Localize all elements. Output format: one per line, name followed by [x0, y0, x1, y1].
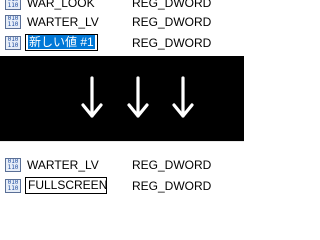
list-item[interactable]: 010 110 WARTER_LV REG_DWORD [0, 13, 244, 31]
rename-input[interactable]: FULLSCREEN [25, 177, 107, 194]
value-name: WARTER_LV [27, 158, 99, 172]
down-arrow-icon [127, 76, 149, 118]
registry-dword-icon: 010110 [5, 15, 21, 29]
value-type: REG_DWORD [132, 15, 212, 29]
value-name: WARTER_LV [27, 15, 99, 29]
transition-band [0, 56, 244, 141]
value-type: REG_DWORD [132, 179, 212, 193]
selected-text: 新しい値 #1 [28, 35, 95, 49]
registry-dword-icon: 010110 [5, 158, 21, 172]
down-arrow-icon [81, 76, 103, 118]
registry-dword-icon: 010110 [5, 0, 21, 10]
rename-input[interactable]: 新しい値 #1 [25, 34, 98, 51]
value-type: REG_DWORD [132, 0, 212, 10]
registry-dword-icon: 010110 [5, 179, 21, 193]
value-type: REG_DWORD [132, 158, 212, 172]
value-type: REG_DWORD [132, 36, 212, 50]
list-item[interactable]: 010 110 WARTER_LV REG_DWORD [0, 156, 244, 174]
divider [0, 141, 244, 142]
registry-values-list-after: 010 110 WARTER_LV REG_DWORD 010 110 FULLSC… [0, 141, 244, 200]
down-arrow-icon [172, 76, 194, 118]
list-item[interactable]: 010110 WAR_LOOK REG_DWORD [0, 0, 244, 12]
value-name: WAR_LOOK [27, 0, 95, 10]
list-item-editing[interactable]: 010 110 新しい値 #1 REG_DWORD [0, 34, 244, 52]
registry-dword-icon: 010110 [5, 36, 21, 50]
registry-values-list-before: 010110 WAR_LOOK REG_DWORD 010110 WARTER_… [0, 0, 244, 56]
list-item-editing[interactable]: 010 110 FULLSCREEN REG_DWORD [0, 177, 244, 195]
